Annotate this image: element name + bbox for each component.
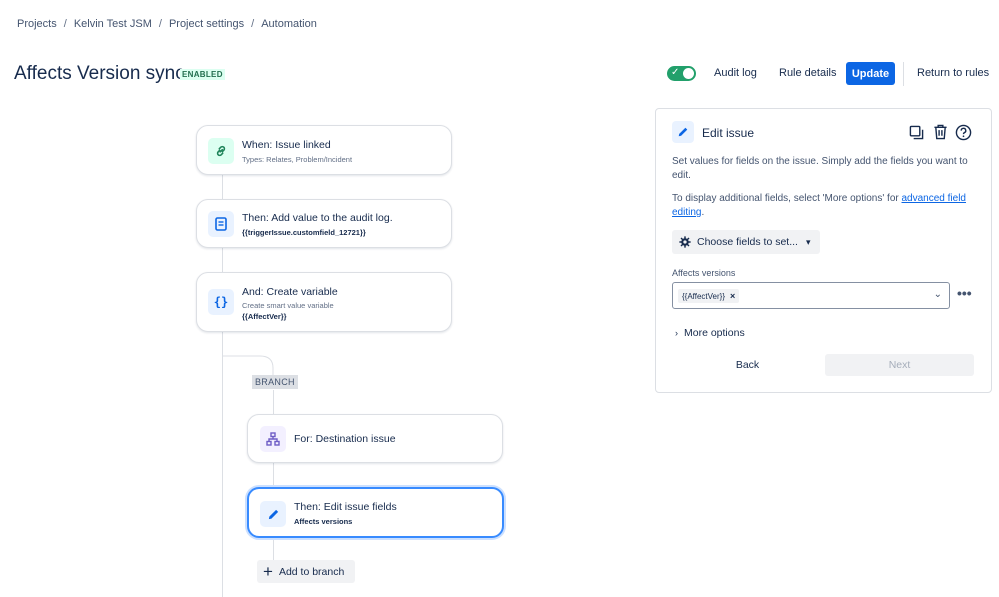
affects-versions-label: Affects versions [672,268,736,278]
branch-for-title: For: Destination issue [294,433,396,445]
flow-connector [273,463,274,487]
flow-connector [273,538,274,560]
return-to-rules-button[interactable]: Return to rules [917,67,989,79]
action-audit-log-card[interactable]: Then: Add value to the audit log. {{trig… [196,199,452,248]
chevron-right-icon: › [675,328,678,338]
trash-icon[interactable] [933,124,948,145]
action-create-variable-detail: {{AffectVer}} [242,312,287,321]
chevron-down-icon: ▾ [805,236,811,247]
status-badge: ENABLED [180,69,225,80]
action-create-variable-title: And: Create variable [242,286,338,298]
choose-fields-button[interactable]: Choose fields to set... ▾ [672,230,820,254]
flow-connector [273,390,274,414]
rule-details-button[interactable]: Rule details [779,67,836,79]
breadcrumb-project[interactable]: Kelvin Test JSM [74,18,152,30]
plus-icon: + [263,562,273,581]
trigger-subtitle: Types: Relates, Problem/Incident [242,155,353,164]
action-create-variable-card[interactable]: {} And: Create variable Create smart val… [196,272,452,332]
breadcrumb: Projects / Kelvin Test JSM / Project set… [17,18,317,30]
choose-fields-label: Choose fields to set... [697,236,798,248]
audit-log-button[interactable]: Audit log [714,67,757,79]
chevron-down-icon[interactable]: ⌄ [934,289,942,300]
remove-chip-icon[interactable]: × [730,291,735,301]
help-text-prefix: To display additional fields, select 'Mo… [672,193,902,204]
affects-versions-select[interactable]: {{AffectVer}} × ⌄ [672,282,950,309]
breadcrumb-project-settings[interactable]: Project settings [169,18,244,30]
pencil-icon [260,501,286,527]
panel-description: Set values for fields on the issue. Simp… [672,156,968,181]
hierarchy-icon [260,426,286,452]
branch-for-card[interactable]: For: Destination issue [247,414,503,463]
selected-value-chip: {{AffectVer}} × [678,289,740,303]
breadcrumb-separator: / [63,18,67,30]
toggle-knob [683,68,694,79]
trigger-title: When: Issue linked [242,139,331,151]
panel-title: Edit issue [702,126,755,140]
help-text-suffix: . [701,207,705,218]
trigger-card[interactable]: When: Issue linked Types: Relates, Probl… [196,125,452,175]
action-audit-log-detail: {{triggerIssue.customfield_12721}} [242,228,366,237]
curly-braces-icon: {} [208,289,234,315]
branch-edit-issue-detail: Affects versions [294,517,353,526]
breadcrumb-separator: / [251,18,255,30]
more-actions-icon[interactable]: ••• [957,285,972,301]
rule-enabled-toggle[interactable]: ✓ [667,66,696,81]
next-button[interactable]: Next [825,354,974,376]
branch-edit-issue-card[interactable]: Then: Edit issue fields Affects versions [247,487,504,538]
document-icon [208,211,234,237]
action-audit-log-title: Then: Add value to the audit log. [242,212,393,224]
back-button[interactable]: Back [672,354,823,376]
flow-connector [222,175,223,199]
help-icon[interactable] [955,124,972,146]
link-icon [208,138,234,164]
more-options-toggle[interactable]: › More options [675,327,745,339]
add-to-branch-label: Add to branch [278,565,345,578]
pencil-icon [672,121,694,143]
add-to-branch-button[interactable]: + Add to branch [257,560,355,583]
breadcrumb-separator: / [158,18,162,30]
branch-edit-issue-title: Then: Edit issue fields [294,501,397,513]
update-button[interactable]: Update [846,62,895,85]
edit-issue-panel: Edit issue Set values for fields on the … [655,108,992,393]
chip-label: {{AffectVer}} [682,291,726,301]
branch-label: BRANCH [252,375,298,389]
action-create-variable-subtitle: Create smart value variable [242,301,334,310]
flow-connector [222,248,223,272]
check-icon: ✓ [671,67,680,78]
gear-icon [679,236,691,248]
more-options-label: More options [684,327,745,339]
header-divider [903,62,904,86]
breadcrumb-automation[interactable]: Automation [261,18,317,30]
panel-help-text: To display additional fields, select 'Mo… [672,192,977,220]
page-title: Affects Version sync [14,63,185,84]
breadcrumb-projects[interactable]: Projects [17,18,57,30]
duplicate-icon[interactable] [909,125,924,145]
